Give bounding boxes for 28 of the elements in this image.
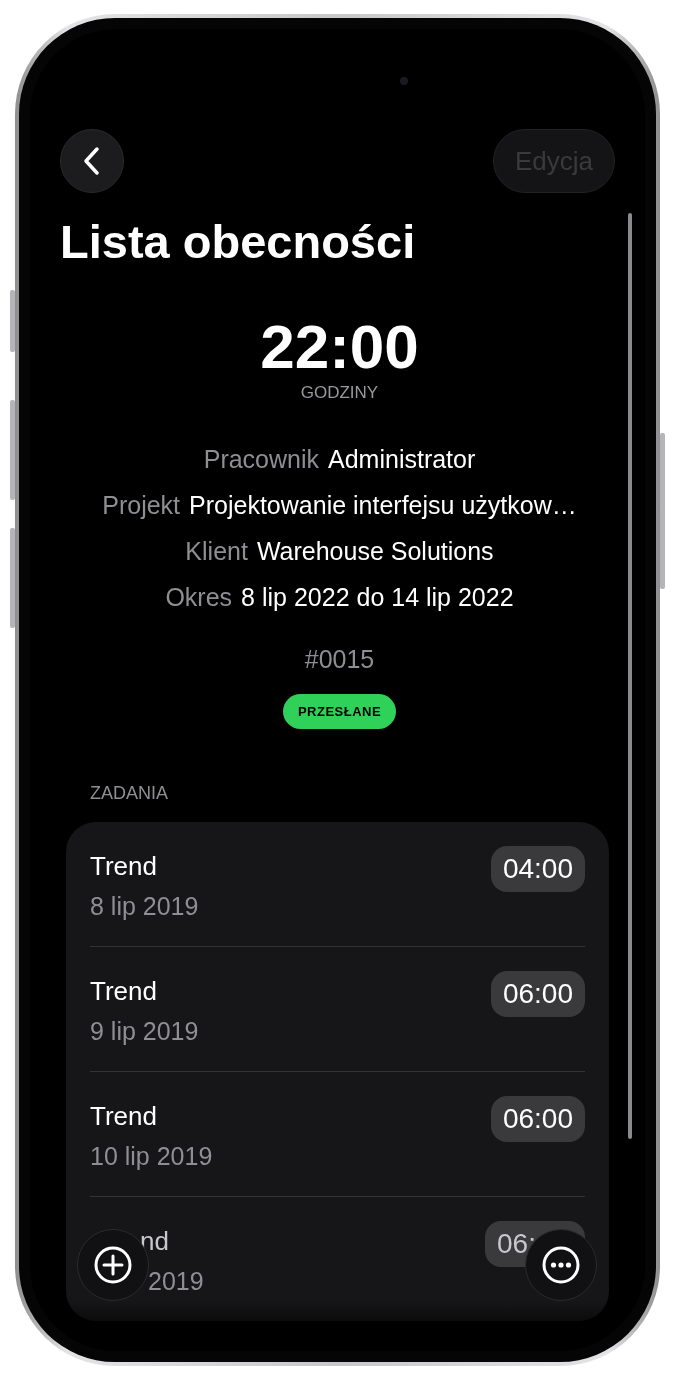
task-date: 2019 xyxy=(148,1266,204,1297)
task-title: Trend xyxy=(90,975,158,1008)
detail-value: Projektowanie interfejsu użytkow… xyxy=(189,490,577,521)
page-title: Lista obecności xyxy=(60,214,417,270)
duration-pill: 04:00 xyxy=(490,846,585,892)
task-title: Trend xyxy=(90,1100,158,1133)
detail-value: Administrator xyxy=(328,444,476,475)
hours-label: GODZINY xyxy=(299,383,380,403)
detail-value: Warehouse Solutions xyxy=(256,536,494,567)
duration-pill: 06:00 xyxy=(490,971,585,1017)
task-title: nd xyxy=(140,1225,170,1258)
status-badge: PRZESŁANE xyxy=(282,694,397,729)
detail-label: Okres xyxy=(165,582,233,613)
task-date: 9 lip 2019 xyxy=(90,1016,199,1047)
detail-label: Projekt xyxy=(102,490,181,521)
detail-label: Klient xyxy=(185,536,248,567)
plus-circle-icon xyxy=(93,1245,133,1285)
task-date: 8 lip 2019 xyxy=(90,891,199,922)
detail-value: 8 lip 2022 do 14 lip 2022 xyxy=(241,582,514,613)
task-date: 10 lip 2019 xyxy=(90,1141,213,1172)
section-title: ZADANIA xyxy=(90,783,169,804)
camera-icon xyxy=(400,77,408,85)
total-hours: 22:00 xyxy=(259,311,420,383)
duration-pill: 06:00 xyxy=(490,1096,585,1142)
detail-label: Pracownik xyxy=(203,444,320,475)
more-icon xyxy=(541,1245,581,1285)
timesheet-number: #0015 xyxy=(303,645,376,674)
task-title: Trend xyxy=(90,850,158,883)
